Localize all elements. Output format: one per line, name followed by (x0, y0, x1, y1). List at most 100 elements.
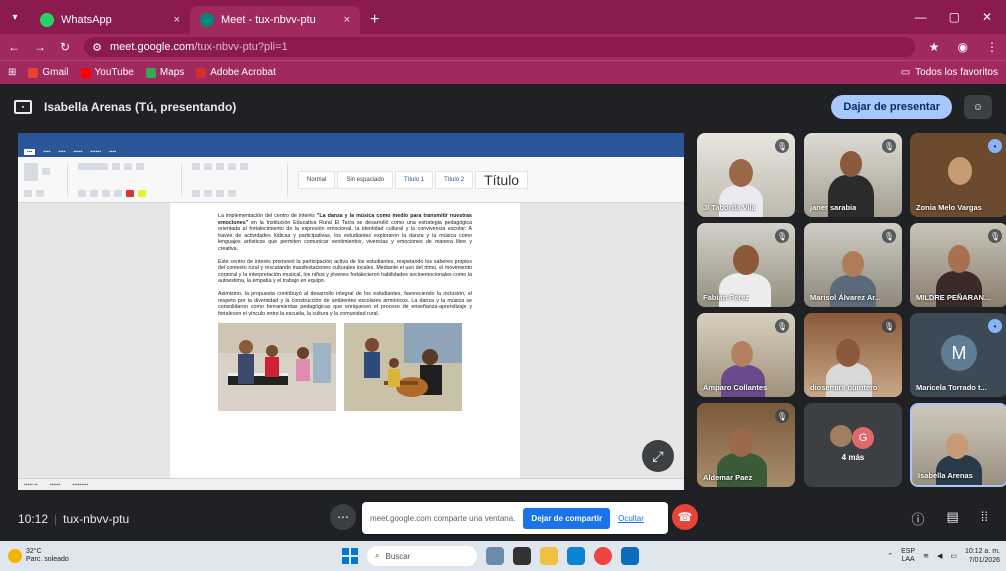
activities-icon[interactable]: ⁞⁞ (981, 509, 988, 528)
sun-icon (8, 549, 22, 563)
url-field[interactable]: ⚙ meet.google.com/tux-nbvv-ptu?pli=1 (84, 37, 915, 57)
mic-off-icon: 🎙 (882, 319, 896, 333)
participant-tile[interactable]: 🎙 Amparo Collantes (697, 313, 795, 397)
windows-taskbar: 32°C Parc. soleado ⌕ Buscar ⌃ ESP LAA ≋ ◀ ▭… (0, 541, 1006, 571)
close-window-icon[interactable]: ✕ (982, 10, 992, 24)
close-tab-icon[interactable]: × (174, 14, 180, 26)
participant-tile[interactable]: 🎙 janer sarabia (804, 133, 902, 217)
participant-name: Zonia Melo Vargas (916, 203, 982, 212)
self-tile[interactable]: Isabella Arenas (910, 403, 1006, 487)
bookmark-maps[interactable]: Maps (145, 67, 184, 78)
profile-icon[interactable]: ◉ (958, 40, 968, 54)
mic-off-icon: 🎙 (882, 229, 896, 243)
system-tray: ⌃ ESP LAA ≋ ◀ ▭ 10:12 a. m. 7/01/2026 (887, 547, 1006, 565)
bookmark-youtube[interactable]: YouTube (80, 67, 134, 78)
mic-off-icon: 🎙 (775, 409, 789, 423)
shared-screen: ▪▪▪ ▪▪▪▪ ▪▪▪▪ ▪▪▪▪▪ ▪▪▪▪▪▪ ▪▪▪▪ Normal Sin es… (18, 133, 684, 490)
tab-title: Meet - tux-nbvv-ptu (221, 14, 316, 26)
participant-tile[interactable]: 🎙 Aldemar Paez (697, 403, 795, 487)
participant-tile[interactable]: 🎙 Marisol Álvarez Ar... (804, 223, 902, 307)
weather-widget[interactable]: 32°C Parc. soleado (0, 548, 200, 564)
chevron-up-icon[interactable]: ⌃ (887, 552, 893, 560)
maximize-icon[interactable]: ▢ (949, 10, 960, 24)
weather-desc: Parc. soleado (26, 556, 69, 563)
youtube-icon (80, 67, 91, 78)
tab-search-icon[interactable]: ▾ (0, 0, 30, 34)
edge-icon[interactable] (567, 547, 585, 565)
participant-tile[interactable]: 🎙 Jl Taborda Vila (697, 133, 795, 217)
end-call-icon[interactable]: ☎ (672, 504, 698, 530)
paragraph-1: La implementación del centro de interés … (218, 213, 472, 253)
share-notice: meet.google.com comparte una ventana. (370, 513, 516, 523)
stop-presenting-button[interactable]: Dajar de presentar (831, 95, 952, 119)
widgets-icon[interactable] (486, 547, 504, 565)
participant-tile[interactable]: 🎙 diosemira quintero (804, 313, 902, 397)
meet-bottom-bar: 10:12 | tux-nbvv-ptu ⋯ meet.google.com c… (0, 496, 1006, 541)
clock[interactable]: 10:12 a. m. 7/01/2026 (965, 547, 1000, 565)
back-icon[interactable]: ← (8, 40, 20, 54)
style-normal: Normal (298, 170, 336, 189)
participant-name: janer sarabia (810, 203, 857, 212)
participant-avatar: G (852, 427, 874, 449)
participant-tile[interactable]: 🎙 MILDRE PEÑARAN... (910, 223, 1006, 307)
meet-header: ▪ Isabella Arenas (Tú, presentando) Daja… (0, 84, 1006, 130)
participant-tile[interactable]: M • Maricela Torrado t... (910, 313, 1006, 397)
minimize-icon[interactable]: — (915, 10, 927, 24)
site-info-icon[interactable]: ⚙ (92, 41, 102, 54)
fullscreen-icon[interactable]: ⤢ (642, 440, 674, 472)
photo-piano-students (218, 323, 336, 412)
battery-icon[interactable]: ▭ (950, 552, 957, 560)
tab-whatsapp[interactable]: WhatsApp × (30, 6, 190, 34)
all-favorites[interactable]: ▭ Todos los favoritos (901, 67, 998, 78)
windows-start-icon[interactable] (342, 548, 358, 564)
bookmark-gmail[interactable]: Gmail (28, 67, 69, 78)
mic-off-icon: 🎙 (882, 139, 896, 153)
new-tab-button[interactable]: + (360, 6, 389, 34)
participant-name: Aldemar Paez (703, 473, 753, 482)
file-explorer-icon[interactable] (540, 547, 558, 565)
gmail-icon (28, 67, 39, 78)
taskbar-search[interactable]: ⌕ Buscar (367, 546, 477, 566)
menu-icon[interactable]: ⋮ (986, 40, 998, 54)
style-titulo-2: Título 2 (435, 170, 474, 189)
word-ribbon: Normal Sin espaciado Título 1 Título 2 T… (18, 157, 684, 203)
browser-tab-strip: ▾ WhatsApp × Meet - tux-nbvv-ptu × + — ▢… (0, 0, 1006, 34)
bookmark-star-icon[interactable]: ★ (929, 40, 940, 54)
people-icon[interactable]: ☺ (964, 95, 992, 119)
style-titulo-1: Título 1 (395, 170, 434, 189)
folder-icon: ▭ (900, 67, 911, 78)
lang-indicator[interactable]: ESP LAA (901, 548, 915, 564)
chat-icon[interactable]: ▤ (946, 509, 958, 528)
address-bar: ← → ↻ ⚙ meet.google.com/tux-nbvv-ptu?pli… (0, 34, 1006, 60)
word-title-bar (18, 133, 684, 147)
more-participants-tile[interactable]: G 4 más (804, 403, 902, 487)
store-icon[interactable] (621, 547, 639, 565)
tab-meet[interactable]: Meet - tux-nbvv-ptu × (190, 6, 360, 34)
participant-tile[interactable]: • Zonia Melo Vargas (910, 133, 1006, 217)
volume-icon[interactable]: ◀ (937, 552, 942, 560)
more-options-icon[interactable]: ⋯ (330, 504, 356, 530)
participant-tile[interactable]: 🎙 Fabián Pérez (697, 223, 795, 307)
chrome-icon[interactable] (594, 547, 612, 565)
forward-icon[interactable]: → (34, 40, 46, 54)
info-icon[interactable]: ⓘ (911, 509, 924, 528)
document-page: La implementación del centro de interés … (170, 203, 520, 478)
meeting-time: 10:12 (18, 511, 49, 526)
task-view-icon[interactable] (513, 547, 531, 565)
p1-start: La implementación del centro de interés (218, 213, 317, 219)
participant-name: diosemira quintero (810, 383, 878, 392)
word-status-bar: ▪▪▪▪▪ ▪▪ ▪▪▪▪▪▪ ▪▪▪▪▪▪▪▪▪ (18, 478, 684, 490)
wifi-icon[interactable]: ≋ (923, 552, 929, 560)
stop-sharing-button[interactable]: Dejar de compartir (523, 507, 611, 529)
url-path: /tux-nbvv-ptu?pli=1 (194, 41, 288, 53)
hide-link[interactable]: Ocultar (618, 514, 644, 523)
close-tab-icon[interactable]: × (344, 14, 350, 26)
whatsapp-icon (40, 13, 54, 27)
participant-name: Isabella Arenas (918, 471, 973, 480)
mic-off-icon: 🎙 (775, 139, 789, 153)
apps-icon[interactable]: ⊞ (8, 67, 16, 78)
participant-name: Amparo Collantes (703, 383, 768, 392)
bookmark-acrobat[interactable]: Adobe Acrobat (196, 67, 276, 78)
reload-icon[interactable]: ↻ (60, 40, 70, 54)
lang-1: ESP (901, 548, 916, 555)
